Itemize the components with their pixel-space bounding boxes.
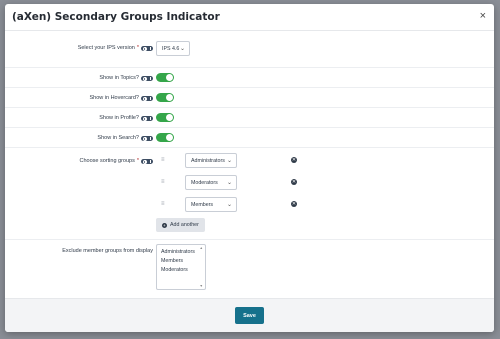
- show-hovercard-toggle[interactable]: [156, 93, 174, 102]
- label-wrap-show-topics: Show in Topics?: [99, 75, 153, 81]
- ips-version-label: Select your IPS version: [77, 45, 135, 51]
- list-item[interactable]: Members: [157, 257, 205, 266]
- key-icon[interactable]: [141, 45, 153, 51]
- chevron-down-icon: ⌄: [226, 180, 232, 186]
- row-show-hovercard: Show in Hovercard?: [5, 88, 494, 108]
- key-icon[interactable]: [141, 158, 153, 164]
- modal-dialog: (aXen) Secondary Groups Indicator × Sele…: [5, 4, 494, 332]
- sorting-group-select[interactable]: Administrators ⌄: [185, 153, 237, 168]
- ips-version-select[interactable]: IPS 4.6 ⌄: [156, 41, 190, 56]
- exclude-groups-label: Exclude member groups from display: [62, 248, 153, 254]
- ips-version-value: IPS 4.6: [162, 45, 180, 52]
- row-show-profile: Show in Profile?: [5, 108, 494, 128]
- label-wrap-ips-version: Select your IPS version *: [78, 45, 153, 51]
- modal-title: (aXen) Secondary Groups Indicator: [12, 11, 220, 23]
- key-icon[interactable]: [141, 135, 153, 141]
- label-wrap-show-search: Show in Search?: [97, 135, 153, 141]
- show-search-label: Show in Search?: [97, 135, 139, 141]
- modal-footer: Save: [5, 298, 494, 332]
- sorting-groups-label: Choose sorting groups: [79, 158, 135, 164]
- required-mark: *: [136, 45, 139, 51]
- chevron-down-icon: ⌄: [226, 202, 232, 208]
- row-exclude-groups: Exclude member groups from display Admin…: [5, 240, 494, 298]
- add-another-label: Add another: [170, 222, 199, 228]
- chevron-down-icon: ⌄: [179, 46, 185, 52]
- close-icon[interactable]: ×: [480, 11, 486, 22]
- save-button[interactable]: Save: [235, 307, 264, 324]
- sorting-group-value: Moderators: [191, 179, 218, 186]
- show-profile-toggle[interactable]: [156, 113, 174, 122]
- label-wrap-sorting-groups: Choose sorting groups *: [80, 158, 153, 164]
- sorting-group-value: Members: [191, 201, 214, 208]
- show-topics-label: Show in Topics?: [99, 75, 139, 81]
- label-wrap-exclude-groups: Exclude member groups from display: [62, 248, 153, 254]
- key-icon[interactable]: [141, 95, 153, 101]
- row-show-search: Show in Search?: [5, 128, 494, 148]
- drag-handle-icon[interactable]: ≡: [161, 201, 165, 207]
- scroll-down-icon[interactable]: ▼: [200, 284, 203, 288]
- show-profile-label: Show in Profile?: [99, 115, 139, 121]
- row-show-topics: Show in Topics?: [5, 68, 494, 88]
- plus-icon: +: [162, 222, 167, 228]
- chevron-down-icon: ⌄: [226, 158, 232, 164]
- key-icon[interactable]: [141, 75, 153, 81]
- exclude-groups-listbox[interactable]: Administrators Members Moderators ▲ ▼: [156, 244, 206, 290]
- sorting-group-select[interactable]: Moderators ⌄: [185, 175, 237, 190]
- delete-icon[interactable]: ✕: [291, 201, 297, 207]
- delete-icon[interactable]: ✕: [291, 179, 297, 185]
- row-sorting-groups: Choose sorting groups * ≡ Administrators…: [5, 148, 494, 240]
- sorting-group-value: Administrators: [191, 157, 225, 164]
- drag-handle-icon[interactable]: ≡: [161, 157, 165, 163]
- modal-header: (aXen) Secondary Groups Indicator ×: [5, 4, 494, 31]
- label-wrap-show-profile: Show in Profile?: [99, 115, 153, 121]
- delete-icon[interactable]: ✕: [291, 157, 297, 163]
- sorting-group-select[interactable]: Members ⌄: [185, 197, 237, 212]
- drag-handle-icon[interactable]: ≡: [161, 179, 165, 185]
- row-ips-version: Select your IPS version * IPS 4.6 ⌄: [5, 31, 494, 68]
- list-item[interactable]: Moderators: [157, 266, 205, 275]
- required-mark: *: [136, 158, 139, 164]
- label-wrap-show-hovercard: Show in Hovercard?: [89, 95, 153, 101]
- list-item[interactable]: Administrators: [157, 248, 205, 257]
- scroll-up-icon[interactable]: ▲: [200, 246, 203, 250]
- show-hovercard-label: Show in Hovercard?: [89, 95, 139, 101]
- add-another-button[interactable]: + Add another: [156, 218, 205, 232]
- key-icon[interactable]: [141, 115, 153, 121]
- show-search-toggle[interactable]: [156, 133, 174, 142]
- show-topics-toggle[interactable]: [156, 73, 174, 82]
